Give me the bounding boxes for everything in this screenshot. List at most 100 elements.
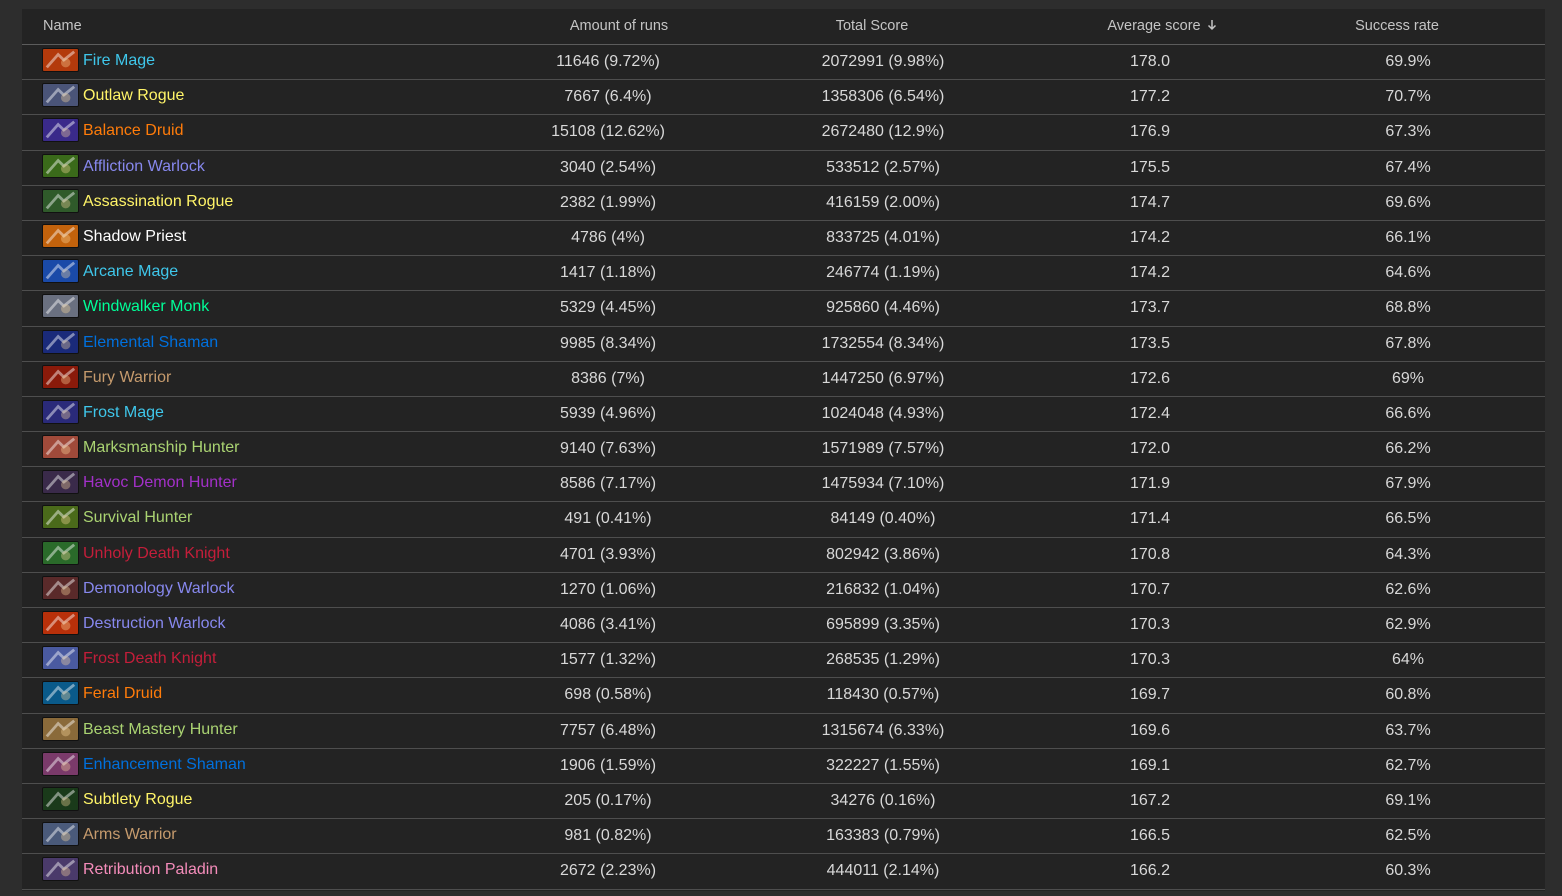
table-row[interactable]: Assassination Rogue 2382 (1.99%) 416159 (2… bbox=[22, 186, 1545, 221]
header-success-rate[interactable]: Success rate bbox=[1297, 9, 1497, 44]
balance-druid-icon bbox=[42, 118, 79, 143]
table-row[interactable]: Balance Druid 15108 (12.62%) 2672480 (12.9… bbox=[22, 115, 1545, 151]
spec-name-cell[interactable]: Fire Mage bbox=[42, 45, 155, 79]
header-runs[interactable]: Amount of runs bbox=[519, 9, 719, 44]
spec-name-cell[interactable]: Arms Warrior bbox=[42, 819, 177, 853]
runs-cell: 5329 (4.45%) bbox=[559, 299, 657, 317]
spec-name-cell[interactable]: Beast Mastery Hunter bbox=[42, 714, 238, 748]
spec-name-link[interactable]: Havoc Demon Hunter bbox=[83, 474, 237, 491]
spec-name-link[interactable]: Arms Warrior bbox=[83, 826, 177, 843]
table-row[interactable]: Outlaw Rogue 7667 (6.4%) 1358306 (6.54%) 17… bbox=[22, 80, 1545, 116]
feral-druid-icon bbox=[42, 681, 79, 706]
spec-name-cell[interactable]: Affliction Warlock bbox=[42, 151, 205, 185]
spec-name-link[interactable]: Frost Death Knight bbox=[83, 650, 216, 667]
table-row[interactable]: Fury Warrior 8386 (7%) 1447250 (6.97%) 172.… bbox=[22, 362, 1545, 397]
fury-warrior-icon bbox=[42, 364, 79, 389]
table-row[interactable]: Subtlety Rogue 205 (0.17%) 34276 (0.16%) 16… bbox=[22, 784, 1545, 820]
spec-name-cell[interactable]: Elemental Shaman bbox=[42, 327, 218, 361]
spec-name-cell[interactable]: Frost Mage bbox=[42, 397, 164, 431]
table-row[interactable]: Marksmanship Hunter 9140 (7.63%) 1571989 (… bbox=[22, 432, 1545, 468]
marksmanship-hunter-icon bbox=[42, 435, 79, 460]
spec-name-cell[interactable]: Arcane Mage bbox=[42, 256, 178, 290]
spec-name-cell[interactable]: Subtlety Rogue bbox=[42, 784, 192, 818]
spec-name-link[interactable]: Elemental Shaman bbox=[83, 334, 218, 351]
table-row[interactable]: Retribution Paladin 2672 (2.23%) 444011 (2… bbox=[22, 854, 1545, 890]
table-row[interactable]: Frost Mage 5939 (4.96%) 1024048 (4.93%) 172… bbox=[22, 397, 1545, 433]
success-rate-cell: 62.7% bbox=[1385, 756, 1431, 774]
table-row[interactable]: Arcane Mage 1417 (1.18%) 246774 (1.19%) 174… bbox=[22, 256, 1545, 292]
total-score-cell: 1358306 (6.54%) bbox=[821, 88, 945, 106]
spec-name-link[interactable]: Subtlety Rogue bbox=[83, 791, 192, 808]
runs-cell: 9985 (8.34%) bbox=[559, 334, 657, 352]
spec-name-cell[interactable]: Enhancement Shaman bbox=[42, 749, 246, 783]
spec-name-link[interactable]: Beast Mastery Hunter bbox=[83, 721, 238, 738]
spec-name-link[interactable]: Fury Warrior bbox=[83, 369, 171, 386]
spec-name-cell[interactable]: Shadow Priest bbox=[42, 221, 186, 255]
spec-name-link[interactable]: Demonology Warlock bbox=[83, 580, 234, 597]
spec-name-link[interactable]: Marksmanship Hunter bbox=[83, 439, 240, 456]
spec-name-link[interactable]: Frost Mage bbox=[83, 404, 164, 421]
total-score-cell: 1475934 (7.10%) bbox=[821, 475, 945, 493]
header-total-score[interactable]: Total Score bbox=[772, 9, 972, 44]
table-row[interactable]: Shadow Priest 4786 (4%) 833725 (4.01%) 174.… bbox=[22, 221, 1545, 257]
average-score-cell: 171.4 bbox=[1129, 510, 1171, 528]
spec-name-cell[interactable]: Outlaw Rogue bbox=[42, 80, 184, 114]
spec-name-cell[interactable]: Retribution Paladin bbox=[42, 854, 218, 888]
table-row[interactable]: Unholy Death Knight 4701 (3.93%) 802942 (3… bbox=[22, 538, 1545, 573]
spec-name-link[interactable]: Shadow Priest bbox=[83, 228, 186, 245]
table-row[interactable]: Survival Hunter 491 (0.41%) 84149 (0.40%) 1… bbox=[22, 502, 1545, 538]
spec-name-link[interactable]: Enhancement Shaman bbox=[83, 756, 246, 773]
header-average-score[interactable]: Average score bbox=[1062, 9, 1262, 44]
spec-name-cell[interactable]: Survival Hunter bbox=[42, 502, 192, 536]
enhancement-shaman-icon bbox=[42, 751, 79, 776]
table-row[interactable]: Frost Death Knight 1577 (1.32%) 268535 (1.… bbox=[22, 643, 1545, 679]
runs-cell: 205 (0.17%) bbox=[564, 791, 652, 809]
spec-name-link[interactable]: Fire Mage bbox=[83, 52, 155, 69]
spec-name-link[interactable]: Feral Druid bbox=[83, 685, 162, 702]
spec-name-link[interactable]: Survival Hunter bbox=[83, 509, 192, 526]
header-average-score-label: Average score bbox=[1107, 18, 1201, 34]
spec-name-cell[interactable]: Feral Druid bbox=[42, 678, 162, 712]
success-rate-cell: 60.3% bbox=[1385, 862, 1431, 880]
average-score-cell: 170.3 bbox=[1129, 616, 1171, 633]
spec-name-link[interactable]: Arcane Mage bbox=[83, 263, 178, 280]
table-row[interactable]: Enhancement Shaman 1906 (1.59%) 322227 (1.… bbox=[22, 749, 1545, 784]
spec-name-cell[interactable]: Frost Death Knight bbox=[42, 643, 216, 677]
spec-name-cell[interactable]: Havoc Demon Hunter bbox=[42, 467, 237, 501]
spec-name-link[interactable]: Unholy Death Knight bbox=[83, 545, 230, 562]
success-rate-cell: 66.1% bbox=[1385, 228, 1431, 246]
spec-name-cell[interactable]: Balance Druid bbox=[42, 115, 184, 149]
spec-name-link[interactable]: Balance Druid bbox=[83, 122, 184, 139]
spec-name-cell[interactable]: Demonology Warlock bbox=[42, 573, 234, 607]
spec-name-link[interactable]: Retribution Paladin bbox=[83, 861, 218, 878]
spec-name-link[interactable]: Destruction Warlock bbox=[83, 615, 226, 632]
total-score-cell: 416159 (2.00%) bbox=[826, 193, 940, 211]
spec-name-link[interactable]: Outlaw Rogue bbox=[83, 87, 184, 104]
spec-name-link[interactable]: Windwalker Monk bbox=[83, 298, 209, 315]
table-row[interactable]: Demonology Warlock 1270 (1.06%) 216832 (1.… bbox=[22, 573, 1545, 608]
table-row[interactable]: Arms Warrior 981 (0.82%) 163383 (0.79%) 166… bbox=[22, 819, 1545, 855]
table-row[interactable]: Fire Mage 11646 (9.72%) 2072991 (9.98%) 178… bbox=[22, 45, 1545, 81]
header-name[interactable]: Name bbox=[43, 9, 82, 44]
table-row[interactable]: Feral Druid 698 (0.58%) 118430 (0.57%) 169.… bbox=[22, 678, 1545, 714]
windwalker-monk-icon bbox=[42, 294, 79, 319]
spec-name-cell[interactable]: Windwalker Monk bbox=[42, 291, 209, 325]
spec-name-cell[interactable]: Assassination Rogue bbox=[42, 186, 233, 220]
table-row[interactable]: Beast Mastery Hunter 7757 (6.48%) 1315674 … bbox=[22, 714, 1545, 749]
spec-name-cell[interactable]: Destruction Warlock bbox=[42, 608, 226, 642]
success-rate-cell: 69.6% bbox=[1385, 193, 1431, 211]
table-row[interactable]: Elemental Shaman 9985 (8.34%) 1732554 (8.3… bbox=[22, 327, 1545, 362]
table-row[interactable]: Affliction Warlock 3040 (2.54%) 533512 (2.… bbox=[22, 151, 1545, 186]
spec-name-link[interactable]: Assassination Rogue bbox=[83, 193, 233, 210]
success-rate-cell: 63.7% bbox=[1385, 721, 1431, 739]
spec-name-cell[interactable]: Unholy Death Knight bbox=[42, 538, 230, 572]
spec-name-link[interactable]: Affliction Warlock bbox=[83, 158, 205, 175]
table-row[interactable]: Destruction Warlock 4086 (3.41%) 695899 (3… bbox=[22, 608, 1545, 644]
table-row[interactable]: Windwalker Monk 5329 (4.45%) 925860 (4.46%… bbox=[22, 291, 1545, 327]
spec-name-cell[interactable]: Marksmanship Hunter bbox=[42, 432, 240, 466]
table-row[interactable]: Havoc Demon Hunter 8586 (7.17%) 1475934 (7… bbox=[22, 467, 1545, 503]
total-score-cell: 1024048 (4.93%) bbox=[821, 404, 945, 422]
average-score-cell: 166.2 bbox=[1129, 862, 1171, 880]
spec-name-cell[interactable]: Fury Warrior bbox=[42, 362, 171, 396]
table-header: Name Amount of runs Total Score Average … bbox=[22, 9, 1545, 45]
